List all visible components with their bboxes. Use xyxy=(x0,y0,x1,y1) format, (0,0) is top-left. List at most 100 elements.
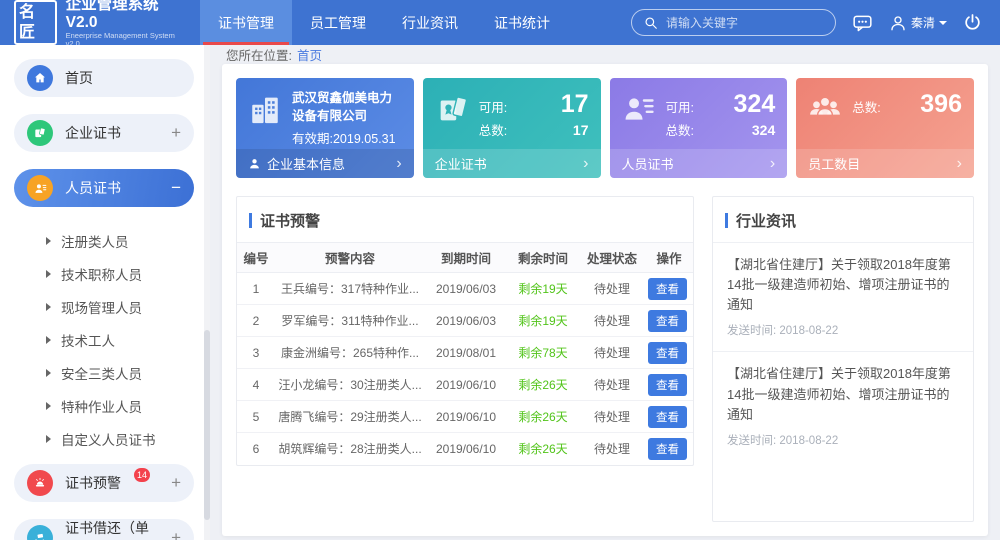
enterprise-cert-card-footer[interactable]: 企业证书 › xyxy=(423,149,601,178)
home-icon xyxy=(27,65,53,91)
breadcrumb-home-link[interactable]: 首页 xyxy=(297,45,322,64)
sidebar-subitem-registered-personnel[interactable]: 注册类人员 xyxy=(0,224,210,257)
cell-content: 康金洲编号：265特种作... xyxy=(275,337,425,369)
expand-plus-icon[interactable]: + xyxy=(171,528,181,540)
expand-plus-icon[interactable]: + xyxy=(171,473,181,493)
cell-status: 待处理 xyxy=(579,337,645,369)
main-content: 您所在位置: 首页 武汉贸鑫伽美电力设备有限公司 有效期:2019.05.31 xyxy=(210,45,1000,540)
col-content: 预警内容 xyxy=(275,243,425,273)
company-info-card[interactable]: 武汉贸鑫伽美电力设备有限公司 有效期:2019.05.31 企业基本信息 › xyxy=(236,78,414,178)
logout-button[interactable] xyxy=(963,13,982,32)
page-layout: 首页 企业证书 + 人员证书 − 注册类人员 技术职称人员 现场管理人员 xyxy=(0,45,1000,540)
cell-id: 2 xyxy=(237,305,275,337)
card-footer-label: 员工数目 xyxy=(808,154,860,173)
cell-remaining: 剩余78天 xyxy=(507,337,579,369)
cell-remaining: 剩余26天 xyxy=(507,369,579,401)
sidebar-scrollbar-thumb[interactable] xyxy=(204,330,210,520)
lower-sections: 证书预警 编号 预警内容 到期时间 剩余时间 处理状态 操作 xyxy=(236,196,974,522)
view-button[interactable]: 查看 xyxy=(648,310,687,332)
user-menu[interactable]: 秦清 xyxy=(889,14,947,32)
view-button[interactable]: 查看 xyxy=(648,278,687,300)
title-bar-accent xyxy=(725,213,728,228)
cert-alerts-title: 证书预警 xyxy=(237,197,693,242)
sidebar-item-cert-borrow-return[interactable]: 证书借还（单证） + xyxy=(14,519,194,540)
sidebar-item-cert-alerts[interactable]: 证书预警 14 + xyxy=(14,464,194,502)
tab-certificate-management[interactable]: 证书管理 xyxy=(200,0,292,45)
app-title-cn: 企业管理系统V2.0 xyxy=(66,0,186,32)
available-label: 可用: xyxy=(479,97,507,116)
col-id: 编号 xyxy=(237,243,275,273)
company-name: 武汉贸鑫伽美电力设备有限公司 xyxy=(292,89,402,125)
personnel-cert-card[interactable]: 可用: 324 总数: 324 人员证书 › xyxy=(610,78,788,178)
expand-plus-icon[interactable]: + xyxy=(171,123,181,143)
top-header: 名匠 企业管理系统V2.0 Eneerprise Management Syst… xyxy=(0,0,1000,45)
col-status: 处理状态 xyxy=(579,243,645,273)
sidebar-item-personnel-cert[interactable]: 人员证书 − xyxy=(14,169,194,207)
available-label: 可用: xyxy=(666,97,694,116)
enterprise-cert-card[interactable]: 可用: 17 总数: 17 企业证书 › xyxy=(423,78,601,178)
card-footer-label: 人员证书 xyxy=(622,154,674,173)
tab-employee-management[interactable]: 员工管理 xyxy=(292,0,384,45)
tab-certificate-stats[interactable]: 证书统计 xyxy=(476,0,568,45)
col-actions: 操作 xyxy=(645,243,693,273)
cell-id: 3 xyxy=(237,337,275,369)
cell-remaining: 剩余19天 xyxy=(507,273,579,305)
card-footer-label: 企业基本信息 xyxy=(267,154,345,173)
view-button[interactable]: 查看 xyxy=(648,406,687,428)
cell-id: 6 xyxy=(237,433,275,465)
cell-content: 王兵编号：317特种作业... xyxy=(275,273,425,305)
tab-label: 行业资讯 xyxy=(402,13,458,33)
cell-remaining: 剩余26天 xyxy=(507,433,579,465)
sidebar-item-label: 证书预警 xyxy=(65,473,121,493)
sidebar-subitem-special-operations-personnel[interactable]: 特种作业人员 xyxy=(0,389,210,422)
table-row: 6 胡筑辉编号：28注册类人... 2019/06/10 剩余26天 待处理 查… xyxy=(237,433,693,465)
personnel-cert-card-footer[interactable]: 人员证书 › xyxy=(610,149,788,178)
hand-card-icon xyxy=(27,525,53,540)
sidebar-subitem-site-management-personnel[interactable]: 现场管理人员 xyxy=(0,290,210,323)
sidebar-subitem-technical-title-personnel[interactable]: 技术职称人员 xyxy=(0,257,210,290)
col-remaining: 剩余时间 xyxy=(507,243,579,273)
arrow-right-icon xyxy=(46,270,51,278)
user-icon xyxy=(889,14,907,32)
view-button[interactable]: 查看 xyxy=(648,374,687,396)
subitem-label: 技术职称人员 xyxy=(61,264,142,284)
employee-card-footer[interactable]: 员工数目 › xyxy=(796,149,974,178)
messages-button[interactable] xyxy=(852,13,873,33)
certificates-icon xyxy=(435,89,469,139)
news-item[interactable]: 【湖北省住建厅】关于领取2018年度第14批一级建造师初始、增项注册证书的通知 … xyxy=(713,243,973,351)
cell-content: 罗军编号：311特种作业... xyxy=(275,305,425,337)
cell-id: 4 xyxy=(237,369,275,401)
search-box[interactable] xyxy=(631,9,836,36)
tab-industry-news[interactable]: 行业资讯 xyxy=(384,0,476,45)
sidebar-subitem-skilled-workers[interactable]: 技术工人 xyxy=(0,323,210,356)
arrow-right-icon xyxy=(46,402,51,410)
sidebar-subitem-custom-personnel-cert[interactable]: 自定义人员证书 xyxy=(0,422,210,455)
col-due: 到期时间 xyxy=(425,243,507,273)
employee-count-card[interactable]: 总数: 396 员工数目 › xyxy=(796,78,974,178)
company-card-footer[interactable]: 企业基本信息 › xyxy=(236,149,414,178)
cell-due: 2019/08/01 xyxy=(425,337,507,369)
available-value: 17 xyxy=(561,90,589,119)
news-item[interactable]: 【湖北省住建厅】关于领取2018年度第14批一级建造师初始、增项注册证书的通知 … xyxy=(713,351,973,460)
view-button[interactable]: 查看 xyxy=(648,438,687,460)
sidebar-subitem-safety-three-personnel[interactable]: 安全三类人员 xyxy=(0,356,210,389)
total-label: 总数: xyxy=(666,120,694,139)
available-value: 324 xyxy=(734,90,776,119)
chevron-right-icon: › xyxy=(583,156,588,172)
sidebar-item-home[interactable]: 首页 xyxy=(14,59,194,97)
collapse-minus-icon[interactable]: − xyxy=(171,178,181,198)
content-panel: 武汉贸鑫伽美电力设备有限公司 有效期:2019.05.31 企业基本信息 › xyxy=(222,64,988,536)
group-icon xyxy=(808,89,842,126)
chat-icon xyxy=(852,13,873,33)
sidebar-item-enterprise-cert[interactable]: 企业证书 + xyxy=(14,114,194,152)
main-nav: 证书管理 员工管理 行业资讯 证书统计 xyxy=(200,0,568,45)
user-name: 秦清 xyxy=(911,14,935,31)
cell-remaining: 剩余26天 xyxy=(507,401,579,433)
person-small-icon xyxy=(248,157,261,170)
search-input[interactable] xyxy=(666,16,816,30)
alert-count-badge: 14 xyxy=(134,468,150,482)
total-label: 总数: xyxy=(852,97,880,116)
view-button[interactable]: 查看 xyxy=(648,342,687,364)
news-item-title: 【湖北省住建厅】关于领取2018年度第14批一级建造师初始、增项注册证书的通知 xyxy=(727,255,959,315)
table-row: 4 汪小龙编号：30注册类人... 2019/06/10 剩余26天 待处理 查… xyxy=(237,369,693,401)
